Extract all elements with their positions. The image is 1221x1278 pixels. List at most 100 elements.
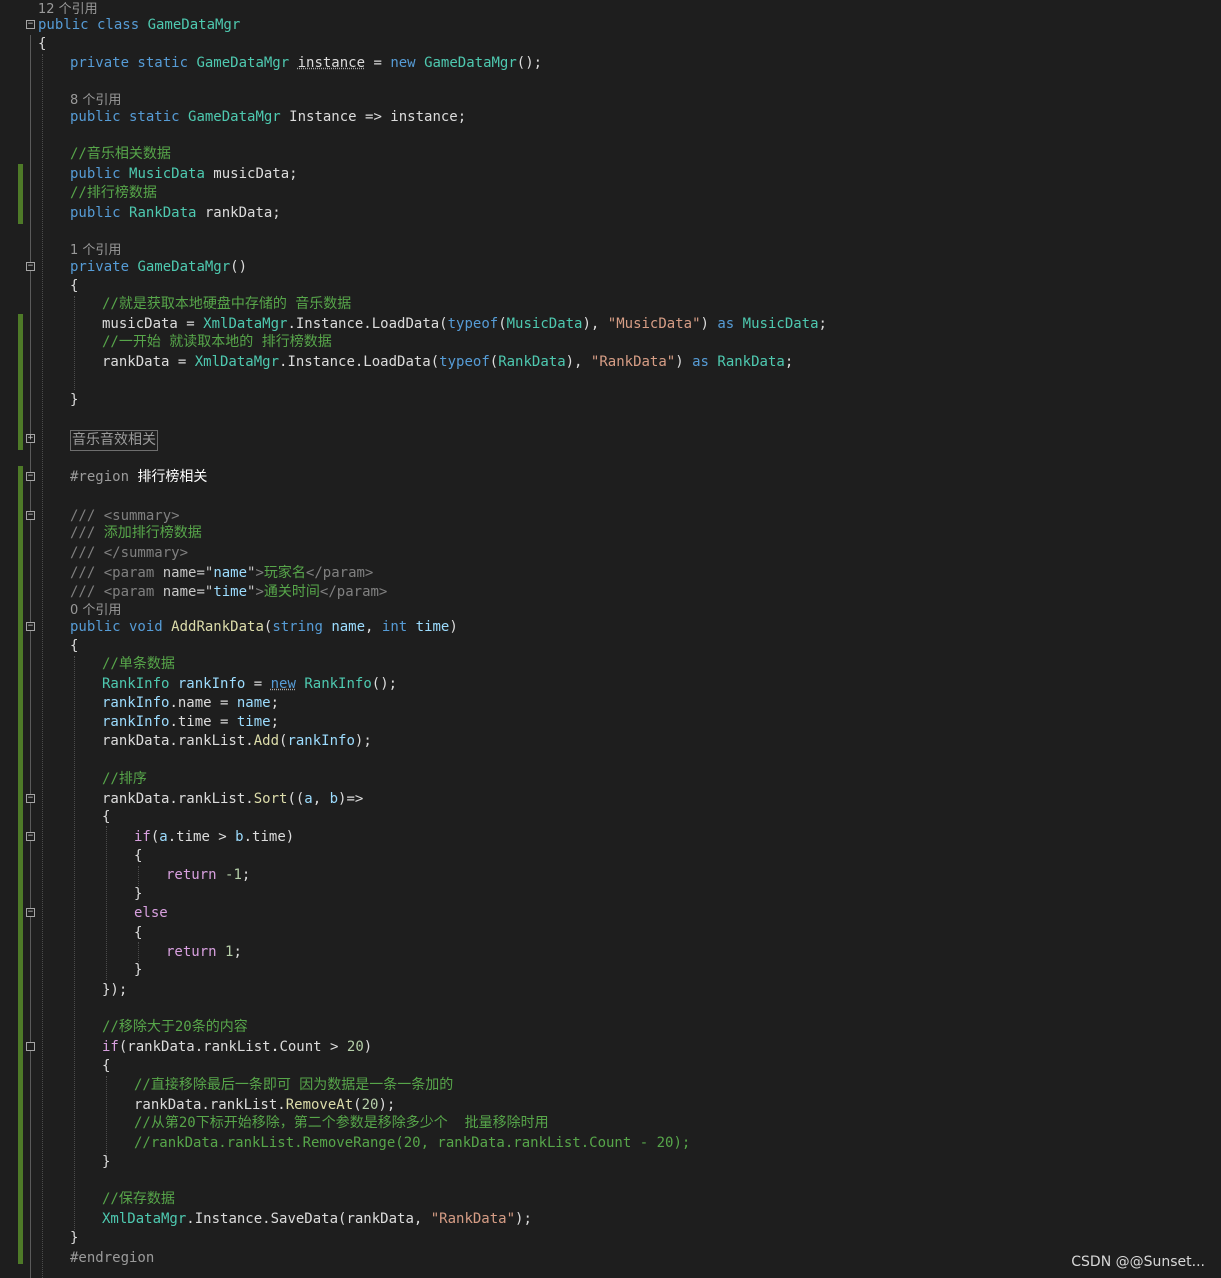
doc-attr: name=: [162, 584, 205, 600]
keyword: return: [166, 867, 226, 883]
brace: }: [134, 962, 143, 978]
string-literal: "RankData": [430, 1211, 516, 1227]
collapse-icon[interactable]: −: [26, 20, 35, 29]
keyword: typeof: [447, 316, 499, 332]
lambda-end: });: [102, 982, 128, 998]
comment: //rankData.rankList.RemoveRange(20, rank…: [134, 1135, 691, 1151]
brace: {: [102, 809, 111, 825]
keyword: public: [70, 166, 130, 182]
type-name: MusicData: [742, 316, 819, 332]
parens: (): [230, 259, 248, 275]
local-variable: rankInfo: [102, 714, 170, 730]
collapse-icon[interactable]: −: [26, 908, 35, 917]
operator: =: [245, 676, 271, 692]
collapse-icon[interactable]: −: [26, 622, 35, 631]
type-name: XmlDataMgr: [203, 316, 288, 332]
brace: {: [70, 278, 79, 294]
string-literal: "MusicData": [607, 316, 701, 332]
doc-tag: <param: [103, 584, 163, 600]
comment: //排序: [102, 771, 147, 787]
semicolon: ;: [818, 316, 827, 332]
comment: //排行榜数据: [70, 185, 157, 201]
paren: ): [675, 354, 684, 370]
collapse-icon[interactable]: −: [26, 832, 35, 841]
type-name: MusicData: [506, 316, 583, 332]
field-name: musicData;: [204, 166, 298, 182]
keyword: if: [134, 829, 151, 845]
method-call: Add: [253, 733, 280, 749]
keyword: int: [381, 619, 408, 635]
assignment: musicData =: [102, 316, 204, 332]
paren: ): [363, 1039, 373, 1055]
keyword: private static: [70, 55, 197, 71]
type-name: XmlDataMgr: [102, 1211, 187, 1227]
collapse-icon[interactable]: [26, 1042, 35, 1051]
doc-attr: name=: [162, 565, 205, 581]
member: .Count: [271, 1039, 322, 1055]
parameter: b: [329, 791, 339, 807]
comment: //直接移除最后一条即可 因为数据是一条一条加的: [134, 1077, 454, 1093]
collapse-icon[interactable]: −: [26, 262, 35, 271]
keyword: typeof: [439, 354, 490, 370]
type-name: GameDataMgr: [424, 55, 517, 71]
type-name: RankInfo: [102, 676, 170, 692]
preprocessor: #endregion: [70, 1250, 155, 1266]
doc-text: 添加排行榜数据: [103, 525, 202, 541]
semicolon: ;: [784, 354, 794, 370]
collapse-icon[interactable]: −: [26, 794, 35, 803]
method-name: AddRankData: [171, 619, 264, 635]
type-name: RankData: [498, 354, 566, 370]
call: ();: [516, 55, 543, 71]
keyword: as: [717, 316, 735, 332]
keyword: string: [272, 619, 323, 635]
code-editor[interactable]: 12 个引用 − public class GameDataMgr { priv…: [0, 0, 1221, 1278]
doc-attr-value: time: [213, 584, 248, 600]
property-decl: Instance => instance;: [280, 109, 467, 125]
comment: //一开始 就读取本地的 排行榜数据: [102, 334, 332, 350]
comment: //单条数据: [102, 656, 175, 672]
parameter: b: [235, 829, 244, 845]
paren: ): [700, 316, 709, 332]
comment: //保存数据: [102, 1191, 175, 1207]
doc-attr-value: name: [213, 565, 248, 581]
comment: //就是获取本地硬盘中存储的 音乐数据: [102, 296, 352, 312]
brace: {: [102, 1058, 111, 1074]
member-access: rankData.rankList.: [102, 733, 254, 749]
collapse-icon[interactable]: −: [26, 472, 35, 481]
keyword: else: [134, 905, 168, 921]
brace: {: [134, 848, 143, 864]
paren: ): [449, 619, 458, 635]
region-name: 排行榜相关: [137, 469, 208, 485]
parameter: a: [159, 829, 168, 845]
doc-prefix: ///: [70, 545, 104, 561]
brace: }: [102, 1154, 111, 1170]
doc-prefix: ///: [70, 525, 104, 541]
type-name: MusicData: [129, 166, 205, 182]
keyword: public: [70, 205, 130, 221]
keyword: if: [102, 1039, 119, 1055]
brace: {: [38, 36, 47, 52]
keyword: private: [70, 259, 138, 275]
type-name: RankData: [717, 354, 785, 370]
semicolon: ;: [270, 695, 280, 711]
member-assign: .time =: [169, 714, 237, 730]
collapse-icon[interactable]: −: [26, 511, 35, 520]
collapsed-region[interactable]: 音乐音效相关: [70, 430, 158, 451]
type-name: RankInfo: [304, 676, 372, 692]
brace: {: [70, 638, 79, 654]
doc-tag: <param: [103, 565, 163, 581]
comment: //音乐相关数据: [70, 146, 171, 162]
assignment: rankData =: [102, 354, 195, 370]
keyword: public class: [38, 17, 148, 33]
keyword: new: [270, 676, 296, 692]
paren: (: [498, 316, 507, 332]
parameter: name: [236, 695, 271, 711]
parameter: a: [304, 791, 313, 807]
expand-icon[interactable]: +: [26, 434, 35, 443]
brace: }: [70, 392, 79, 408]
local-variable: rankInfo: [287, 733, 355, 749]
brace: }: [134, 886, 143, 902]
paren: ),: [565, 354, 591, 370]
doc-tag: >: [255, 565, 264, 581]
call-end: );: [515, 1211, 532, 1227]
